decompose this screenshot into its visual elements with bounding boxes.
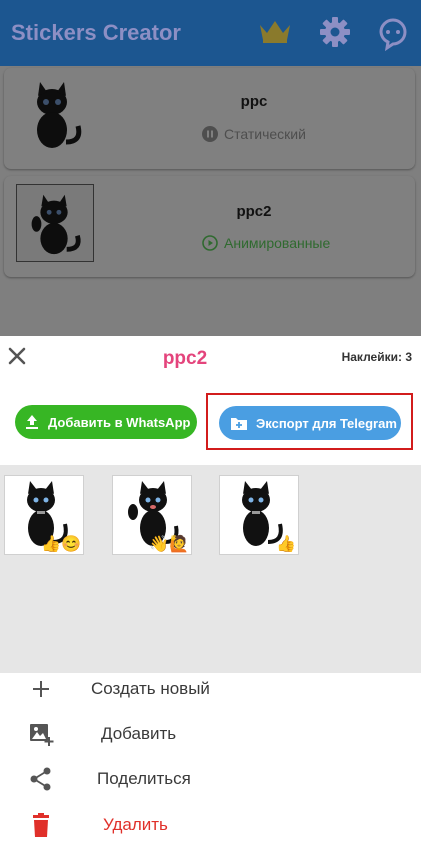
pack-thumbnail — [16, 184, 94, 262]
share-label: Поделиться — [97, 769, 191, 788]
pack-type: Статический — [202, 126, 306, 142]
delete-menu-item[interactable]: Удалить — [0, 804, 421, 846]
pack-card-ppc[interactable]: ppc Статический — [4, 68, 415, 169]
close-icon[interactable] — [7, 346, 27, 366]
whatsapp-button-label: Добавить в WhatsApp — [48, 414, 191, 430]
pack-name: ppc2 — [236, 203, 272, 220]
app-title: Stickers Creator — [11, 20, 181, 45]
chat-bot-icon[interactable] — [373, 12, 413, 52]
sticker-emoji: 👋🙋 — [149, 536, 189, 553]
pack-thumbnail — [37, 82, 82, 148]
sticker-item[interactable]: 👍 — [219, 475, 299, 555]
pause-icon — [202, 126, 218, 142]
pack-bottom-sheet: ppc2 Наклейки: 3 Добавить в WhatsApp Экс… — [0, 336, 421, 863]
create-new-label: Создать новый — [91, 679, 210, 698]
play-icon — [202, 235, 218, 251]
share-icon — [30, 767, 51, 791]
pack-type: Анимированные — [202, 235, 330, 251]
sticker-count: Наклейки: 3 — [341, 350, 412, 364]
pack-card-ppc2[interactable]: ppc2 Анимированные — [4, 176, 415, 277]
sticker-item[interactable]: 👍😊 — [4, 475, 84, 555]
share-menu-item[interactable]: Поделиться — [0, 758, 421, 800]
upload-icon — [26, 415, 38, 429]
sticker-item[interactable]: 👋🙋 — [112, 475, 192, 555]
pack-name: ppc — [240, 93, 268, 110]
create-new-menu-item[interactable]: Создать новый — [0, 668, 421, 710]
trash-icon — [33, 813, 49, 837]
add-image-icon — [30, 724, 54, 746]
sticker-emoji: 👍😊 — [41, 536, 81, 553]
pack-type-label: Статический — [224, 126, 306, 142]
crown-icon[interactable] — [258, 18, 292, 44]
app-bar: Stickers Creator — [0, 0, 421, 66]
sticker-grid: 👍😊 👋🙋 👍 — [0, 465, 421, 673]
telegram-button-label: Экспорт для Telegram — [256, 415, 397, 431]
gear-icon[interactable] — [317, 14, 353, 50]
sheet-title: ppc2 — [162, 348, 208, 369]
sticker-emoji: 👍 — [276, 536, 296, 553]
pack-list: ppc Статический ppc2 Анимированные — [0, 66, 421, 336]
pack-type-label: Анимированные — [224, 235, 331, 251]
delete-label: Удалить — [103, 815, 168, 834]
add-label: Добавить — [101, 724, 177, 743]
add-to-whatsapp-button[interactable]: Добавить в WhatsApp — [15, 405, 197, 439]
add-menu-item[interactable]: Добавить — [0, 713, 421, 755]
export-telegram-button[interactable]: Экспорт для Telegram — [219, 406, 401, 440]
folder-add-icon — [231, 418, 247, 430]
plus-icon — [33, 681, 49, 697]
